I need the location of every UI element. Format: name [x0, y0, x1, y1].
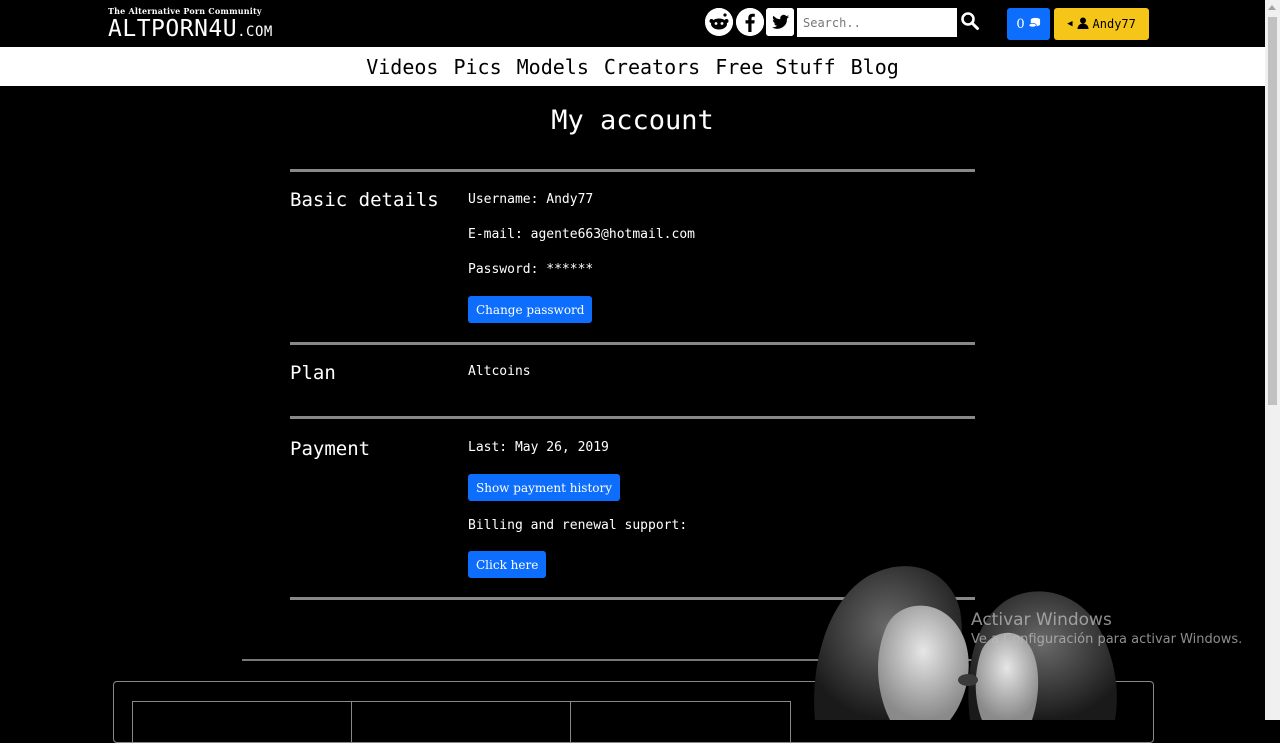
windows-activation-watermark: Activar Windows Ve a Configuración para … [971, 610, 1242, 647]
plan-value: Altcoins [468, 364, 531, 379]
show-payment-history-button[interactable]: Show payment history [468, 474, 621, 501]
logo-tagline: The Alternative Porn Community [108, 6, 262, 16]
billing-support-text: Billing and renewal support: [468, 518, 688, 533]
reddit-icon[interactable] [705, 8, 733, 36]
basic-details-heading: Basic details [290, 189, 439, 211]
watermark-line1: Activar Windows [971, 610, 1112, 630]
site-logo[interactable]: The Alternative Porn Community ALTPORN4U… [108, 6, 273, 45]
divider [290, 169, 975, 172]
facebook-icon[interactable] [736, 8, 764, 36]
footer-cell [132, 701, 352, 742]
username-text: Username: Andy77 [468, 192, 594, 207]
footer-cell [570, 701, 791, 742]
page-scrollbar[interactable] [1265, 0, 1280, 720]
scroll-thumb[interactable] [1268, 17, 1277, 405]
nav-blog[interactable]: Blog [851, 55, 899, 79]
footer-cell [351, 701, 571, 742]
payment-heading: Payment [290, 438, 371, 460]
nav-models[interactable]: Models [517, 55, 589, 79]
chevron-left-icon: ◀ [1067, 19, 1073, 29]
nav-pics[interactable]: Pics [453, 55, 501, 79]
divider [290, 342, 975, 345]
password-text: Password: ****** [468, 262, 594, 277]
user-menu-button[interactable]: ◀ Andy77 [1054, 8, 1149, 40]
nav-creators[interactable]: Creators [604, 55, 700, 79]
divider [290, 416, 975, 419]
search-icon[interactable] [960, 11, 980, 31]
main-nav: Videos Pics Models Creators Free Stuff B… [0, 47, 1265, 86]
user-icon [1077, 17, 1089, 32]
last-payment-text: Last: May 26, 2019 [468, 440, 609, 455]
nav-free-stuff[interactable]: Free Stuff [715, 55, 835, 79]
email-text: E-mail: agente663@hotmail.com [468, 227, 695, 242]
plan-heading: Plan [290, 362, 336, 384]
coins-button[interactable]: 0 [1007, 8, 1050, 40]
search-input[interactable] [797, 8, 957, 37]
user-name: Andy77 [1092, 17, 1136, 31]
coins-count: 0 [1016, 16, 1025, 32]
twitter-icon[interactable] [766, 8, 794, 36]
click-here-button[interactable]: Click here [468, 551, 547, 578]
change-password-button[interactable]: Change password [468, 296, 593, 323]
top-bar: The Alternative Porn Community ALTPORN4U… [0, 0, 1265, 47]
scroll-up-icon[interactable] [1268, 5, 1276, 10]
watermark-line2: Ve a Configuración para activar Windows. [971, 632, 1243, 647]
page-title: My account [551, 105, 714, 136]
coins-icon [1028, 16, 1041, 33]
logo-brand: ALTPORN4U.COM [108, 16, 273, 42]
nav-videos[interactable]: Videos [366, 55, 438, 79]
